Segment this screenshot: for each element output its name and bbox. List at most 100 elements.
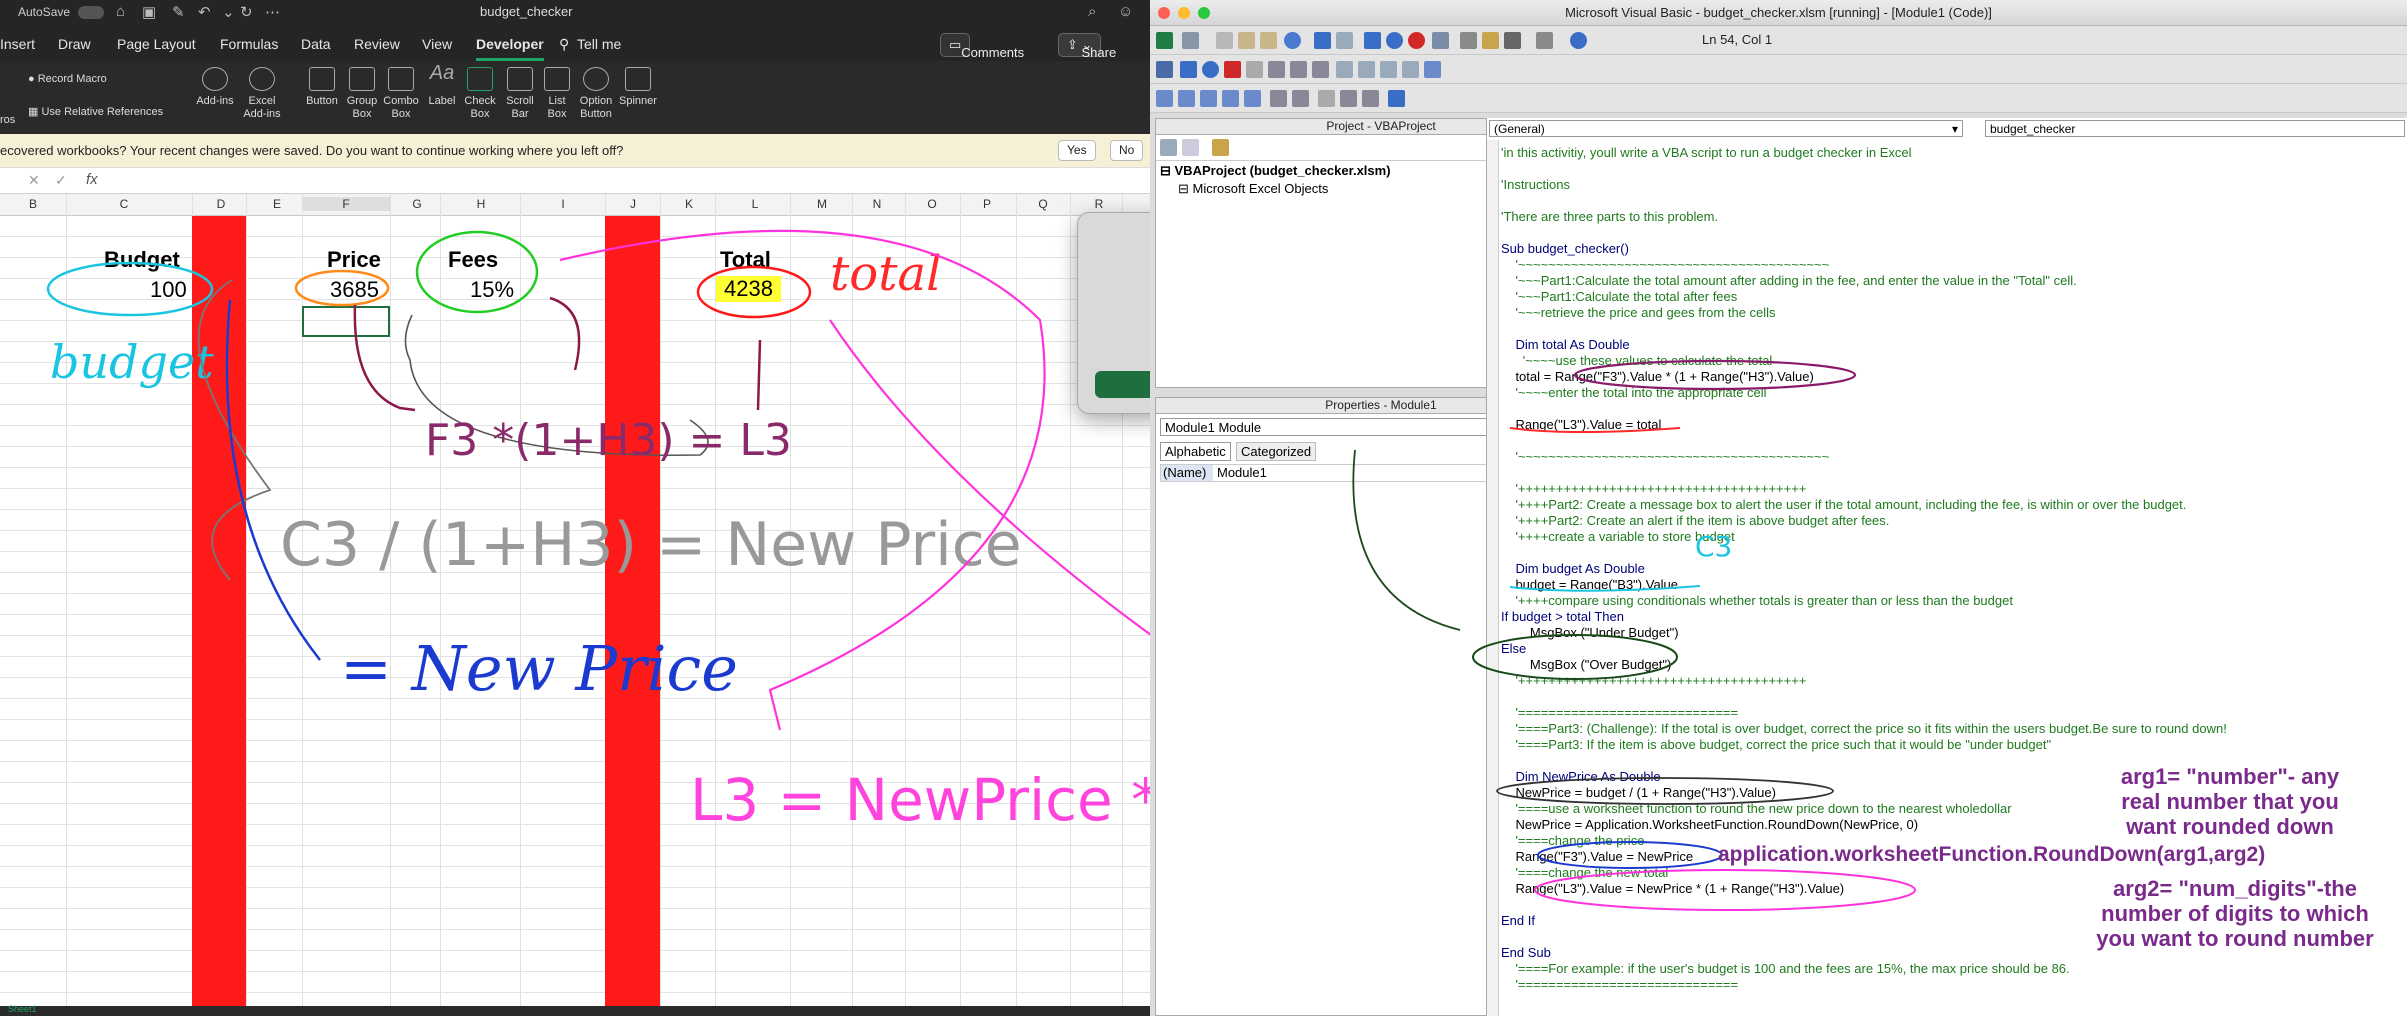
view-code-icon[interactable] (1160, 139, 1177, 156)
account-icon[interactable]: ☺ (1118, 3, 1133, 20)
code-line[interactable]: '============================= (1501, 705, 1738, 721)
debug-pause-icon[interactable] (1202, 61, 1219, 78)
formula-input[interactable] (108, 171, 1143, 190)
budget-value-cell[interactable]: 100 (150, 277, 187, 303)
record-macro-button[interactable]: ● Record Macro (28, 73, 107, 86)
debug-run-icon[interactable] (1180, 61, 1197, 78)
project-explorer-icon[interactable] (1460, 32, 1477, 49)
code-line[interactable]: 'There are three parts to this problem. (1501, 209, 1718, 225)
minimize-window-icon[interactable] (1178, 7, 1190, 19)
tab-categorized[interactable]: Categorized (1236, 442, 1317, 461)
properties-icon[interactable] (1482, 32, 1499, 49)
debug-stop-icon[interactable] (1224, 61, 1241, 78)
col-header-e[interactable]: E (270, 197, 284, 211)
col-header-j[interactable]: J (626, 197, 640, 211)
code-line[interactable]: Range("F3").Value = NewPrice (1501, 849, 1693, 865)
check-box-control[interactable]: Check Box (462, 67, 498, 121)
tab-alphabetic[interactable]: Alphabetic (1160, 442, 1231, 461)
code-line[interactable]: MsgBox ("Under Budget") (1501, 625, 1679, 641)
code-line[interactable]: '====use a worksheet function to round t… (1501, 801, 2011, 817)
fees-value-cell[interactable]: 15% (470, 277, 514, 303)
code-line[interactable]: '~~~Part1:Calculate the total after fees (1501, 289, 1737, 305)
code-line[interactable]: '++++create a variable to store budget (1501, 529, 1734, 545)
tab-draw[interactable]: Draw (58, 36, 91, 52)
insert-module-icon[interactable] (1182, 32, 1199, 49)
option-button-control[interactable]: Option Button (576, 67, 616, 121)
code-line[interactable]: MsgBox ("Over Budget") (1501, 657, 1671, 673)
cancel-icon[interactable]: ✕ (28, 172, 40, 189)
watch-icon[interactable] (1380, 61, 1397, 78)
copy-icon[interactable] (1238, 32, 1255, 49)
design-icon[interactable] (1156, 61, 1173, 78)
toggle-breakpoint-icon[interactable] (1246, 61, 1263, 78)
undo-icon[interactable] (1314, 32, 1331, 49)
code-line[interactable]: '++++++++++++++++++++++++++++++++++++++ (1501, 481, 1806, 497)
add-ins-button[interactable]: Add-ins (190, 67, 240, 108)
code-line[interactable]: End Sub (1501, 945, 1551, 961)
toolbox-icon[interactable] (1536, 32, 1553, 49)
code-line[interactable]: Dim total As Double (1501, 337, 1629, 353)
selected-cell-f4[interactable] (302, 306, 390, 337)
cut-icon[interactable] (1216, 32, 1233, 49)
code-line[interactable]: '++++Part2: Create an alert if the item … (1501, 513, 1889, 529)
comment-block-icon[interactable] (1340, 90, 1357, 107)
code-line[interactable]: Dim budget As Double (1501, 561, 1644, 577)
code-line[interactable]: '++++compare using conditionals whether … (1501, 593, 2013, 609)
col-header-d[interactable]: D (214, 197, 228, 211)
bookmark-icon[interactable] (1388, 90, 1405, 107)
indent-icon[interactable] (1270, 90, 1287, 107)
col-header-k[interactable]: K (682, 197, 696, 211)
macros-label[interactable]: ros (0, 114, 15, 127)
code-line[interactable]: '====Part3: (Challenge): If the total is… (1501, 721, 2226, 737)
code-line[interactable]: '++++++++++++++++++++++++++++++++++++++ (1501, 673, 1806, 689)
stop-icon[interactable] (1408, 32, 1425, 49)
code-line[interactable]: NewPrice = budget / (1 + Range("H3").Val… (1501, 785, 1775, 801)
tab-review[interactable]: Review (354, 36, 400, 52)
budget-label-cell[interactable]: Budget (104, 247, 180, 273)
code-line[interactable]: Else (1501, 641, 1526, 657)
col-header-r[interactable]: R (1092, 197, 1106, 211)
procedure-select[interactable]: budget_checker (1985, 120, 2405, 137)
tree-item-excel-objects[interactable]: ⊟ Microsoft Excel Objects (1156, 181, 1391, 199)
step-into-icon[interactable] (1268, 61, 1285, 78)
col-header-b[interactable]: B (28, 197, 38, 211)
tab-tell-me[interactable]: Tell me (577, 36, 621, 52)
breakpoint-icon[interactable] (1318, 90, 1335, 107)
quick-watch-icon[interactable] (1402, 61, 1419, 78)
object-browser-icon[interactable] (1504, 32, 1521, 49)
locals-icon[interactable] (1336, 61, 1353, 78)
list-box-control[interactable]: List Box (540, 67, 574, 121)
comments-button[interactable]: ▭ Comments (940, 33, 1024, 60)
code-line[interactable]: '~~~~~~~~~~~~~~~~~~~~~~~~~~~~~~~~~~~~~~~… (1501, 257, 1829, 273)
call-stack-icon[interactable] (1424, 61, 1441, 78)
run-icon[interactable] (1364, 32, 1381, 49)
maximize-window-icon[interactable] (1198, 7, 1210, 19)
spinner-control[interactable]: Spinner (616, 67, 660, 108)
tab-view[interactable]: View (422, 36, 452, 52)
outdent-icon[interactable] (1292, 90, 1309, 107)
col-header-h[interactable]: H (474, 197, 488, 211)
tab-data[interactable]: Data (301, 36, 331, 52)
uncomment-block-icon[interactable] (1362, 90, 1379, 107)
object-select[interactable]: (General) ▾ (1489, 120, 1963, 137)
design-mode-icon[interactable] (1432, 32, 1449, 49)
code-line[interactable]: budget = Range("B3").Value (1501, 577, 1678, 593)
code-line[interactable]: '====Part3: If the item is above budget,… (1501, 737, 2051, 753)
immediate-icon[interactable] (1358, 61, 1375, 78)
code-line[interactable]: Dim NewPrice As Double (1501, 769, 1660, 785)
tab-formulas[interactable]: Formulas (220, 36, 278, 52)
code-line[interactable]: '~~~~enter the total into the appropriat… (1501, 385, 1766, 401)
col-header-l[interactable]: L (748, 197, 762, 211)
edit-icon[interactable]: ✎ (172, 3, 185, 21)
view-object-icon[interactable] (1182, 139, 1199, 156)
code-line[interactable]: Range("L3").Value = NewPrice * (1 + Rang… (1501, 881, 1844, 897)
scroll-bar-control[interactable]: Scroll Bar (502, 67, 538, 121)
home-icon[interactable]: ⌂ (116, 3, 125, 20)
price-label-cell[interactable]: Price (327, 247, 381, 273)
code-line[interactable]: If budget > total Then (1501, 609, 1624, 625)
find-icon[interactable] (1284, 32, 1301, 49)
complete-word-icon[interactable] (1244, 90, 1261, 107)
col-header-g[interactable]: G (410, 197, 424, 211)
tab-developer[interactable]: Developer (476, 36, 544, 61)
paste-icon[interactable] (1260, 32, 1277, 49)
